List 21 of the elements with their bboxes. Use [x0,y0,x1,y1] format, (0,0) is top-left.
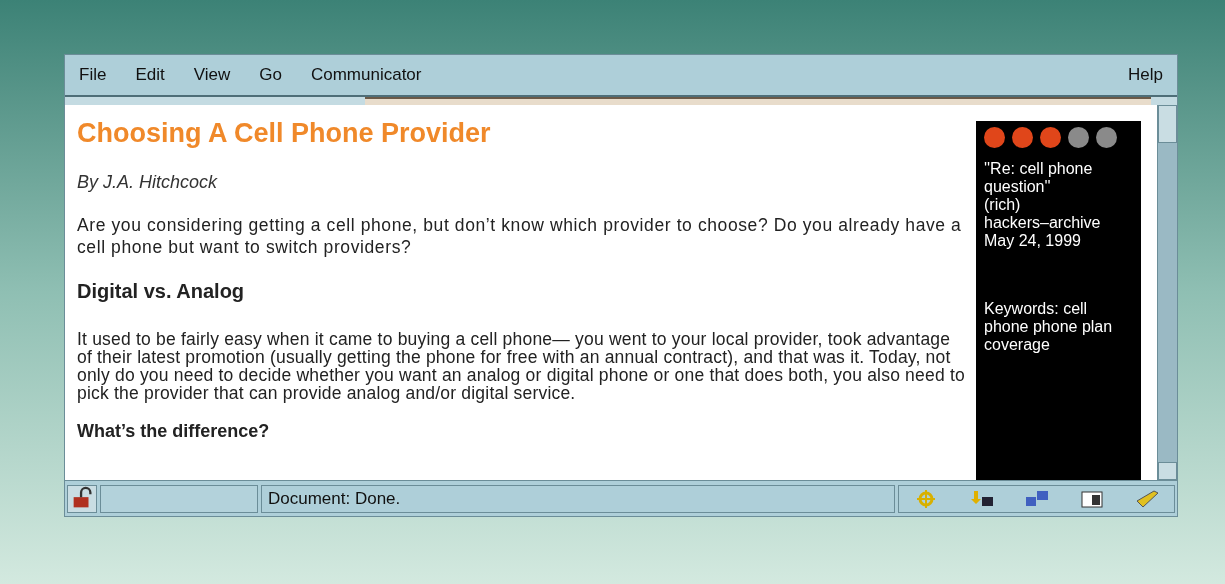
scrollbar[interactable] [1157,105,1177,480]
sidebar-text: ''Re: cell phone question'' [984,160,1094,196]
keywords-text: Keywords: cell phone phone plan coverage [984,300,1114,354]
address-card-icon[interactable] [1078,488,1105,509]
sidebar-text: May 24, 1999 [984,232,1082,250]
body-paragraph: It used to be fairly easy when it came to buying a cell phone— you went to your local provider, took advantage of their latest promotion (usually getting the phone for free with an annual contract), and that was it. Today, not only do you need to decide whether you want an analog or digital phone or one that does both, you also need to pick the provider that can provide analog and/or digital service. [77,329,966,402]
byline: By J.A. Hitchcock [77,170,219,194]
sidebar-text: hackers–archive [984,214,1102,232]
menu-item[interactable]: Edit [135,62,165,88]
menu-item[interactable]: Communicator [310,62,422,88]
subsection-heading: What’s the difference? [77,419,271,443]
menu-item[interactable]: Go [259,62,282,88]
lock-icon[interactable] [67,484,97,513]
intro-paragraph: Are you considering getting a cell phone, but don’t know which provider to choose? Do you already have a cell phone but want to switch providers? [77,213,963,258]
menu-item[interactable]: Help [1128,62,1163,88]
section-heading: Digital vs. Analog [77,278,246,304]
menu-item[interactable]: View [193,62,231,88]
menu-item[interactable]: File [79,62,107,88]
status-text: Document: Done. [261,484,895,513]
article-title: Choosing A Cell Phone Provider [77,117,492,150]
sidebar-text: (rich) [984,196,1022,214]
